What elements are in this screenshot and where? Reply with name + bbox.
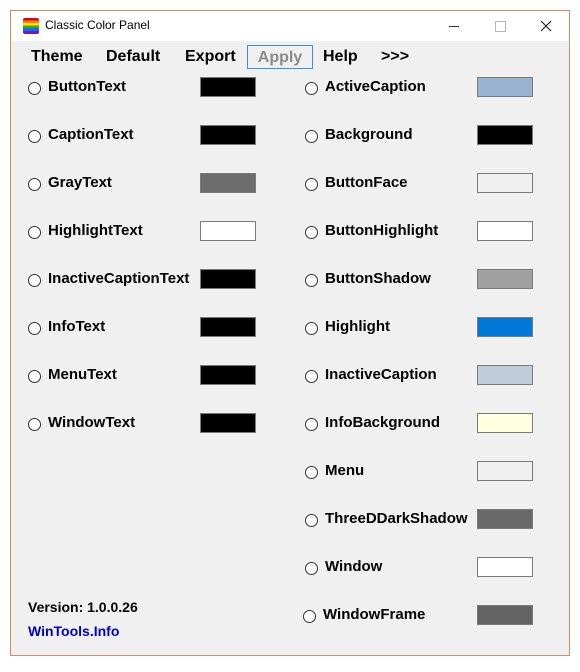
color-label: InactiveCaption — [325, 366, 437, 383]
radio-button[interactable] — [305, 562, 318, 575]
color-row-background[interactable]: Background — [305, 125, 535, 149]
color-row-highlight[interactable]: Highlight — [305, 317, 535, 341]
radio-button[interactable] — [28, 82, 41, 95]
color-swatch[interactable] — [477, 125, 533, 145]
radio-button[interactable] — [28, 418, 41, 431]
color-row-windowframe[interactable]: WindowFrame — [303, 605, 535, 629]
color-swatch[interactable] — [477, 365, 533, 385]
radio-button[interactable] — [28, 178, 41, 191]
menu-default[interactable]: Default — [100, 45, 166, 69]
color-row-inactivecaption[interactable]: InactiveCaption — [305, 365, 535, 389]
radio-button[interactable] — [28, 226, 41, 239]
menu-apply[interactable]: Apply — [247, 45, 313, 69]
color-label: Window — [325, 558, 383, 575]
color-row-graytext[interactable]: GrayText — [28, 173, 258, 197]
color-row-buttonshadow[interactable]: ButtonShadow — [305, 269, 535, 293]
color-row-inactivecaptiontext[interactable]: InactiveCaptionText — [28, 269, 258, 293]
title-bar: Classic Color Panel — [11, 11, 569, 41]
menu-bar: Theme Default Export Apply Help >>> — [11, 42, 569, 70]
radio-button[interactable] — [305, 82, 318, 95]
color-label: GrayText — [48, 174, 112, 191]
color-row-threeddarkshadow[interactable]: ThreeDDarkShadow — [305, 509, 535, 533]
color-row-highlighttext[interactable]: HighlightText — [28, 221, 258, 245]
color-label: Highlight — [325, 318, 390, 335]
color-label: ButtonText — [48, 78, 127, 95]
color-label: Menu — [325, 462, 365, 479]
color-swatch[interactable] — [200, 365, 256, 385]
app-rainbow-icon — [23, 18, 39, 34]
radio-button[interactable] — [305, 514, 318, 527]
color-row-infotext[interactable]: InfoText — [28, 317, 258, 341]
color-swatch[interactable] — [477, 269, 533, 289]
color-label: Background — [325, 126, 413, 143]
window-title: Classic Color Panel — [45, 18, 150, 32]
color-label: InactiveCaptionText — [48, 270, 190, 287]
color-row-captiontext[interactable]: CaptionText — [28, 125, 258, 149]
color-swatch[interactable] — [200, 413, 256, 433]
color-row-infobackground[interactable]: InfoBackground — [305, 413, 535, 437]
maximize-button[interactable] — [477, 11, 523, 41]
minimize-button[interactable] — [431, 11, 477, 41]
color-swatch[interactable] — [477, 413, 533, 433]
menu-theme[interactable]: Theme — [25, 45, 89, 69]
radio-button[interactable] — [305, 130, 318, 143]
color-swatch[interactable] — [200, 125, 256, 145]
radio-button[interactable] — [303, 610, 316, 623]
color-swatch[interactable] — [477, 77, 533, 97]
color-swatch[interactable] — [200, 221, 256, 241]
color-label: ThreeDDarkShadow — [325, 510, 468, 527]
version-label: Version: 1.0.0.26 — [28, 599, 138, 615]
minimize-icon — [449, 25, 459, 27]
color-swatch[interactable] — [200, 77, 256, 97]
color-label: ActiveCaption — [325, 78, 426, 95]
radio-button[interactable] — [305, 274, 318, 287]
color-label: InfoText — [48, 318, 106, 335]
close-button[interactable] — [523, 11, 569, 41]
color-swatch[interactable] — [477, 509, 533, 529]
color-swatch[interactable] — [200, 269, 256, 289]
color-swatch[interactable] — [200, 317, 256, 337]
color-swatch[interactable] — [477, 605, 533, 625]
maximize-icon — [494, 20, 506, 32]
radio-button[interactable] — [28, 274, 41, 287]
radio-button[interactable] — [305, 226, 318, 239]
color-swatch[interactable] — [477, 557, 533, 577]
radio-button[interactable] — [28, 370, 41, 383]
radio-button[interactable] — [305, 370, 318, 383]
radio-button[interactable] — [28, 130, 41, 143]
color-label: ButtonHighlight — [325, 222, 439, 239]
color-label: ButtonShadow — [325, 270, 431, 287]
color-label: InfoBackground — [325, 414, 440, 431]
radio-button[interactable] — [305, 322, 318, 335]
radio-button[interactable] — [28, 322, 41, 335]
wintools-link[interactable]: WinTools.Info — [28, 623, 119, 639]
color-label: MenuText — [48, 366, 117, 383]
color-row-activecaption[interactable]: ActiveCaption — [305, 77, 535, 101]
close-icon — [540, 20, 552, 32]
color-row-buttonhighlight[interactable]: ButtonHighlight — [305, 221, 535, 245]
menu-more[interactable]: >>> — [375, 45, 415, 69]
color-label: ButtonFace — [325, 174, 408, 191]
color-row-menu[interactable]: Menu — [305, 461, 535, 485]
color-row-buttontext[interactable]: ButtonText — [28, 77, 258, 101]
menu-help[interactable]: Help — [317, 45, 364, 69]
menu-export[interactable]: Export — [179, 45, 242, 69]
color-label: WindowText — [48, 414, 136, 431]
color-row-window[interactable]: Window — [305, 557, 535, 581]
color-row-windowtext[interactable]: WindowText — [28, 413, 258, 437]
color-label: HighlightText — [48, 222, 143, 239]
radio-button[interactable] — [305, 418, 318, 431]
color-swatch[interactable] — [477, 317, 533, 337]
color-label: CaptionText — [48, 126, 134, 143]
color-swatch[interactable] — [477, 461, 533, 481]
color-swatch[interactable] — [200, 173, 256, 193]
color-label: WindowFrame — [323, 606, 426, 623]
main-window: Classic Color Panel Theme Default Export… — [10, 10, 570, 656]
color-row-buttonface[interactable]: ButtonFace — [305, 173, 535, 197]
radio-button[interactable] — [305, 466, 318, 479]
color-swatch[interactable] — [477, 173, 533, 193]
color-row-menutext[interactable]: MenuText — [28, 365, 258, 389]
radio-button[interactable] — [305, 178, 318, 191]
color-swatch[interactable] — [477, 221, 533, 241]
